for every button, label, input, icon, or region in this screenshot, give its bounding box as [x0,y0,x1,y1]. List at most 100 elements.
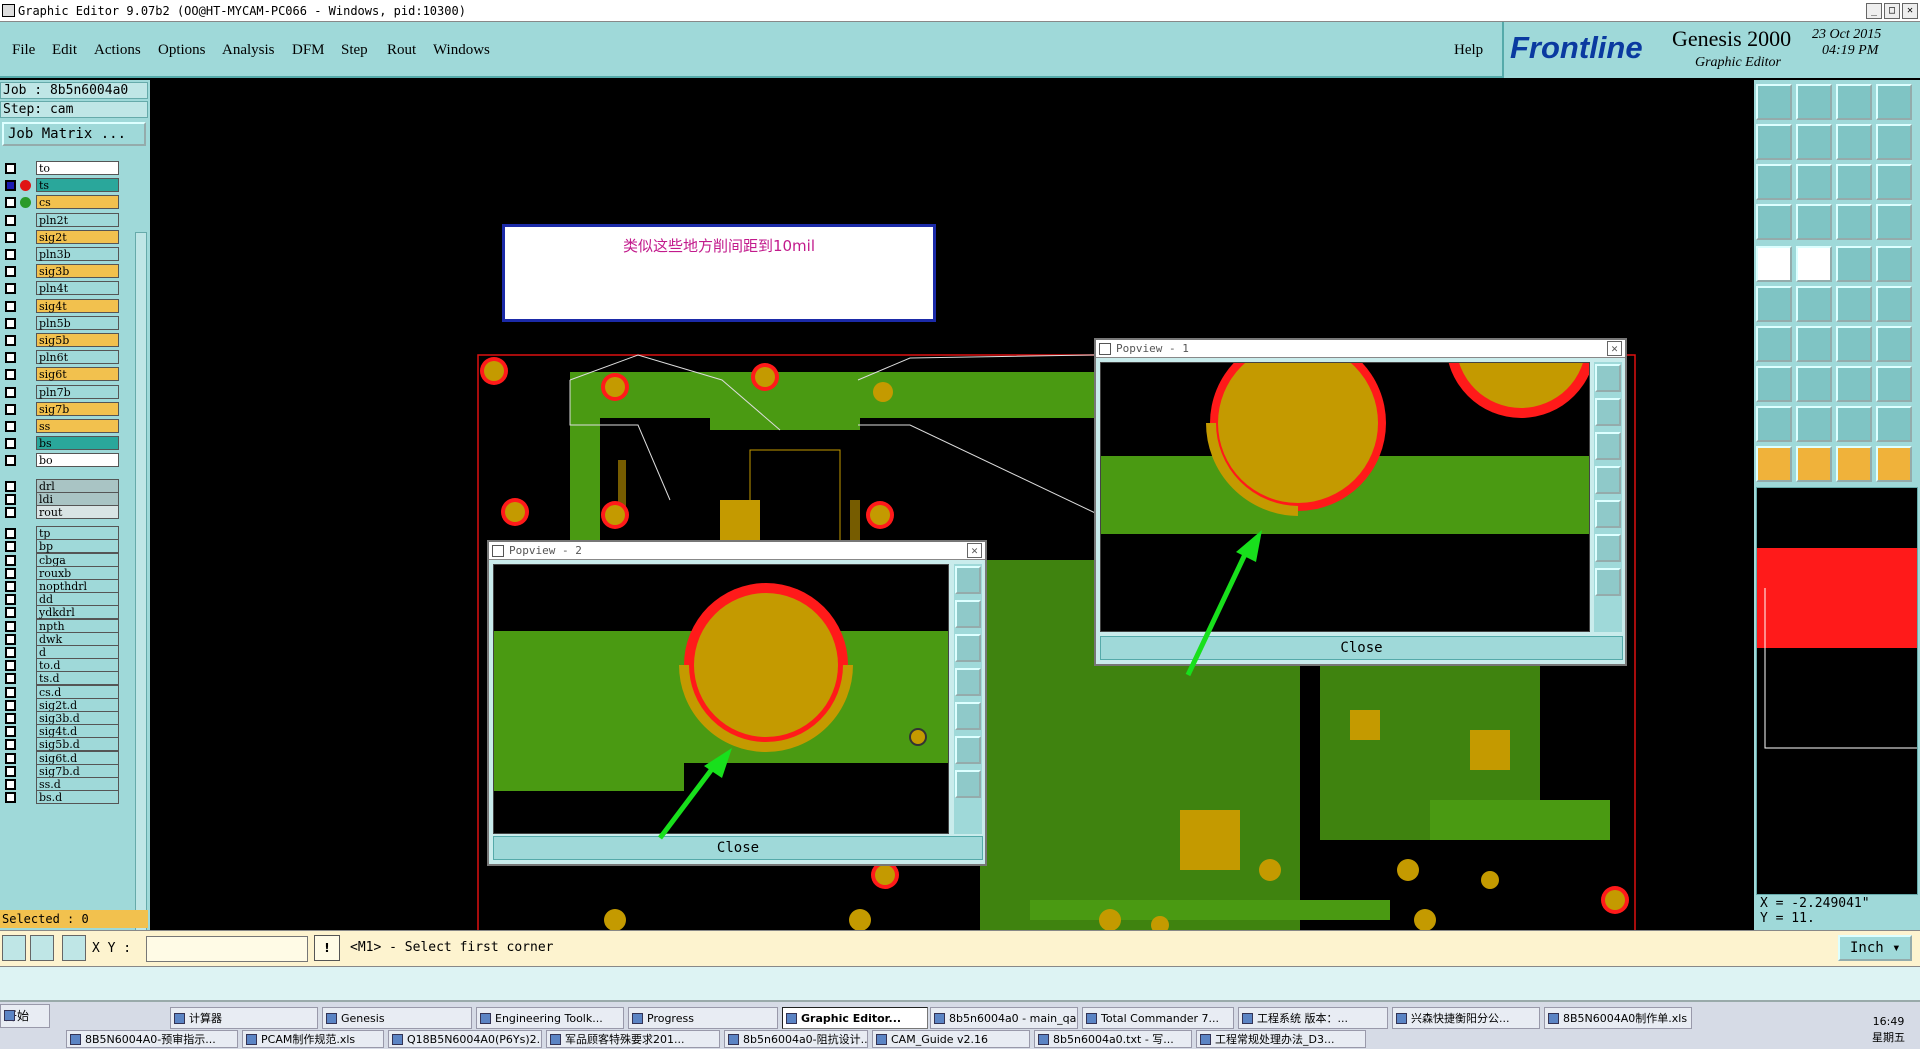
taskbar-item[interactable]: Engineering Toolk... [476,1007,624,1029]
layer-name[interactable]: pln2t [36,212,119,227]
popview-2-view[interactable] [493,564,949,834]
layer-name[interactable]: cs [36,195,119,210]
select-icon[interactable] [1796,446,1832,482]
mini-map[interactable] [1756,487,1918,895]
menu-edit[interactable]: Edit [52,42,77,59]
zoom-in-icon[interactable] [955,600,981,628]
taskbar-item[interactable]: Q18B5N6004A0(P6Ys)2... [388,1030,542,1048]
taskbar-item[interactable]: Progress [628,1007,778,1029]
layer-row-to[interactable]: to [0,160,130,176]
layer-name[interactable]: sig3b [36,264,119,279]
net-icon[interactable] [1836,204,1872,240]
layer-name[interactable]: pln7b [36,384,119,399]
taskbar-item[interactable]: Genesis [322,1007,472,1029]
start-button[interactable]: 开始 [0,1004,50,1028]
layer-checkbox[interactable] [5,163,16,174]
layer-row-sig4t[interactable]: sig4t [0,298,130,314]
layer-row-rout[interactable]: rout [0,504,130,520]
menu-step[interactable]: Step [341,42,368,59]
pan-left-icon[interactable] [1595,466,1621,494]
taskbar-item[interactable]: 兴森快捷衡阳分公... [1392,1007,1540,1029]
draw-line-icon[interactable] [1756,326,1792,362]
help-icon[interactable] [1876,164,1912,200]
layer-row-pln2t[interactable]: pln2t [0,212,130,228]
measure-icon[interactable] [30,935,54,961]
taskbar-item[interactable]: 军品顾客特殊要求201... [546,1030,720,1048]
menu-dfm[interactable]: DFM [292,42,325,59]
connect-icon[interactable] [1836,286,1872,322]
layer-checkbox[interactable] [5,249,16,260]
layer-row-ts[interactable]: ts [0,177,130,193]
layer-checkbox[interactable] [5,792,16,804]
menu-windows[interactable]: Windows [433,42,490,59]
layer-row-sig6t[interactable]: sig6t [0,366,130,382]
popview-2-titlebar[interactable]: Popview - 2 ✕ [489,542,985,560]
xy-input[interactable] [146,936,308,962]
layer-name[interactable]: ts [36,178,119,193]
home-icon[interactable] [1836,84,1872,120]
ruler-icon[interactable] [1836,246,1872,282]
layer-checkbox[interactable] [5,197,16,209]
popview-1-view[interactable] [1100,362,1590,632]
layer-checkbox[interactable] [5,369,16,381]
layer-checkbox[interactable] [5,283,16,295]
menu-analysis[interactable]: Analysis [222,42,275,59]
drc-icon[interactable] [1876,204,1912,240]
pan-left-icon[interactable] [955,668,981,696]
flag-icon[interactable] [1836,406,1872,442]
close-icon[interactable]: ✕ [967,543,982,558]
layer-name[interactable]: sig5b [36,333,119,347]
popview-1-close-button[interactable]: Close [1100,636,1623,660]
center-icon[interactable] [1796,164,1832,200]
zoom-forward-icon[interactable] [1796,124,1832,160]
menu-options[interactable]: Options [158,42,206,59]
popview-2-window[interactable]: Popview - 2 ✕ Close [487,540,987,866]
taskbar-item[interactable]: 8b5n6004a0-阻抗设计... [724,1030,868,1048]
layer-row-pln5b[interactable]: pln5b [0,315,130,331]
taskbar-item[interactable]: 工程常规处理办法_D3... [1196,1030,1366,1048]
zoom-out-icon[interactable] [1595,432,1621,460]
layer-row-sig2t[interactable]: sig2t [0,229,130,245]
layer-checkbox[interactable] [5,455,16,467]
job-matrix-button[interactable]: Job Matrix ... [2,122,146,146]
maximize-button[interactable]: □ [1884,3,1900,19]
warning-icon[interactable] [1876,406,1912,442]
layer-name[interactable]: pln4t [36,281,119,296]
layer-checkbox[interactable] [5,421,16,432]
snap-icon[interactable] [1876,124,1912,160]
grid-toggle-icon[interactable] [1796,204,1832,240]
zoom-back-icon[interactable] [1756,124,1792,160]
redraw-icon[interactable] [1836,124,1872,160]
layer-row-pln3b[interactable]: pln3b [0,246,130,262]
layer-row-pln7b[interactable]: pln7b [0,384,130,400]
taskbar-item[interactable]: CAM_Guide v2.16 [872,1030,1030,1048]
layer-row-sig5b[interactable]: sig5b [0,332,130,348]
close-window-button[interactable]: ✕ [1902,3,1918,19]
menu-help[interactable]: Help [1454,42,1483,59]
layer-row-bs-d[interactable]: bs.d [0,789,130,805]
popview-1-titlebar[interactable]: Popview - 1 ✕ [1096,340,1625,358]
select-mode-icon[interactable] [2,935,26,961]
fit-icon[interactable] [955,736,981,764]
select-circle-icon[interactable] [1836,446,1872,482]
layer-checkbox[interactable] [5,386,16,398]
taskbar-item[interactable]: 计算器 [170,1007,318,1029]
layer-name[interactable]: sig2t [36,229,119,244]
layer-name[interactable]: ss [36,419,119,433]
layer-row-sig3b[interactable]: sig3b [0,263,130,279]
pan-right-icon[interactable] [1595,500,1621,528]
edit-line-icon[interactable] [1796,326,1832,362]
taskbar-item[interactable]: Total Commander 7... [1082,1007,1234,1029]
minus-icon[interactable] [1796,366,1832,402]
taskbar-item[interactable]: 8B5N6004A0制作单.xls [1544,1007,1692,1029]
layout-icon[interactable] [1876,84,1912,120]
text-icon[interactable] [1876,326,1912,362]
zoom-out-icon[interactable] [955,634,981,662]
layer-row-ss[interactable]: ss [0,418,130,434]
layer-checkbox[interactable] [5,352,16,364]
select-poly-icon[interactable] [1876,446,1912,482]
layer-checkbox[interactable] [5,403,16,415]
layer-checkbox[interactable] [5,231,16,243]
layer-row-sig7b[interactable]: sig7b [0,401,130,417]
line-icon[interactable] [1796,246,1832,282]
